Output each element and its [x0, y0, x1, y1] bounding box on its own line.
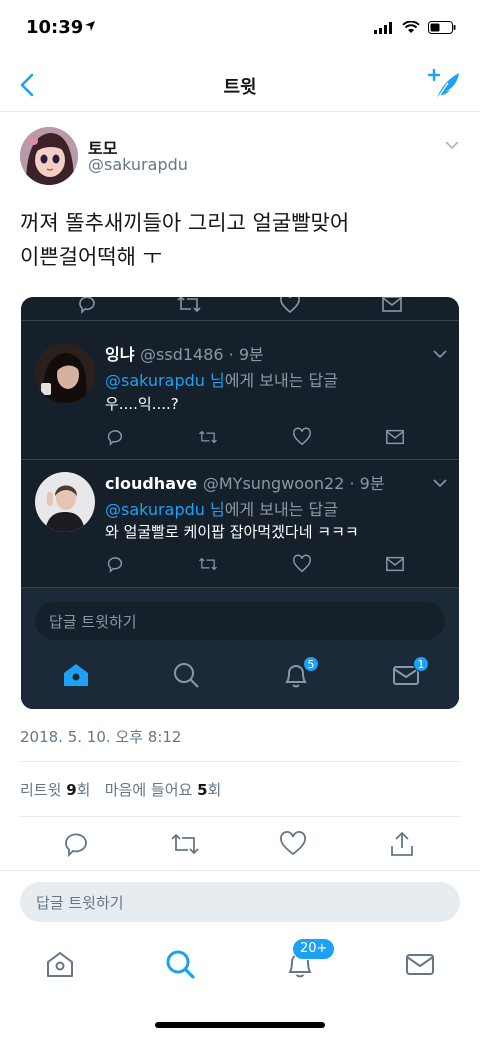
reply-author-handle: @MYsungwoon22 · 9분 — [202, 474, 385, 493]
tab-notifications[interactable]: 20+ — [284, 938, 336, 980]
embed-tab-home[interactable] — [61, 660, 91, 690]
nav-bar: 트윗 — [0, 60, 480, 112]
embed-tab-search[interactable] — [171, 660, 201, 690]
notification-badge: 20+ — [292, 938, 336, 960]
reply-text: 와 얼굴빨로 케이팝 잡아먹겠다네 ㅋㅋㅋ — [105, 523, 359, 541]
mention-link[interactable]: @sakurapdu 님 — [105, 371, 225, 390]
share-button[interactable] — [388, 830, 416, 858]
reply-icon[interactable] — [105, 554, 125, 574]
list-item[interactable]: 잉냐 @ssd1486 · 9분 @sakurapdu 님에게 보내는 답글 우… — [21, 331, 459, 460]
retweet-icon — [171, 833, 199, 855]
attached-image[interactable]: 잉냐 @ssd1486 · 9분 @sakurapdu 님에게 보내는 답글 우… — [21, 297, 459, 709]
tweet-actions — [0, 830, 480, 862]
home-indicator[interactable] — [155, 1022, 325, 1028]
heart-icon — [280, 831, 306, 856]
mention-link[interactable]: @sakurapdu 님 — [105, 500, 225, 519]
heart-icon[interactable] — [292, 427, 312, 447]
mail-icon — [406, 954, 434, 975]
retweet-button[interactable] — [170, 830, 199, 858]
tweet-menu-button[interactable] — [444, 137, 460, 153]
reply-icon — [79, 297, 95, 314]
like-stat[interactable]: 마음에 들어요 5회 — [105, 781, 222, 799]
retweet-icon[interactable] — [198, 427, 218, 447]
reply-actions — [21, 297, 459, 321]
embed-bottom-area: 답글 트윗하기 5 1 — [21, 588, 459, 709]
reply-to-label: @sakurapdu 님에게 보내는 답글 — [105, 367, 338, 391]
status-bar: 10:39 — [0, 0, 480, 60]
avatar[interactable] — [35, 343, 95, 403]
tweet-text: 꺼져 똘추새끼들아 그리고 얼굴빨맞어 이쁜걸어떡해 ㅜ — [20, 206, 460, 274]
search-icon — [174, 663, 199, 688]
mail-icon[interactable] — [385, 427, 405, 447]
battery-icon — [428, 21, 456, 34]
reply-actions — [105, 554, 405, 576]
like-unit: 회 — [207, 781, 222, 799]
like-label: 마음에 들어요 — [104, 781, 193, 799]
reply-text: 우....익....? — [105, 395, 179, 413]
status-time: 10:39 — [26, 17, 84, 38]
reply-to-suffix: 에게 보내는 답글 — [224, 371, 338, 390]
tweet-timestamp: 2018. 5. 10. 오후 8:12 — [20, 728, 182, 746]
divider — [20, 816, 460, 817]
reply-icon[interactable] — [105, 427, 125, 447]
page-title: 트윗 — [223, 77, 257, 98]
tab-bar: 20+ — [0, 932, 480, 1002]
tweet-author: 토모 @sakurapdu — [20, 127, 460, 185]
mail-icon[interactable] — [385, 554, 405, 574]
search-icon — [166, 950, 195, 979]
tweet-stats: 리트윗 9회 마음에 들어요 5회 — [20, 779, 221, 800]
reply-bar: 답글 트윗하기 — [0, 870, 480, 932]
embed-tab-notifications[interactable]: 5 — [281, 656, 319, 690]
compose-tweet-button[interactable] — [426, 68, 462, 102]
retweet-label: 리트윗 — [20, 781, 62, 799]
avatar[interactable] — [35, 472, 95, 532]
tab-search[interactable] — [164, 948, 196, 980]
retweet-icon[interactable] — [198, 554, 218, 574]
tab-home[interactable] — [44, 948, 76, 980]
like-count: 5 — [197, 781, 208, 799]
embed-tab-bar: 5 1 — [21, 652, 459, 702]
tweet-text-line: 이쁜걸어떡해 ㅜ — [20, 245, 162, 269]
location-arrow-icon — [84, 20, 96, 36]
retweet-icon — [177, 297, 201, 313]
avatar[interactable] — [20, 127, 78, 185]
retweet-unit: 회 — [76, 781, 91, 799]
notification-badge: 5 — [303, 656, 319, 672]
reply-author-name[interactable]: 잉냐 @ssd1486 · 9분 — [105, 341, 264, 365]
heart-icon[interactable] — [292, 554, 312, 574]
tweet-text-line: 꺼져 똘추새끼들아 그리고 얼굴빨맞어 — [20, 211, 350, 235]
like-button[interactable] — [279, 830, 307, 858]
chevron-down-icon[interactable] — [433, 347, 447, 361]
home-icon — [47, 952, 73, 977]
signal-icon — [374, 21, 392, 34]
reply-author-name-text: 잉냐 — [105, 345, 135, 364]
reply-author-name-text: cloudhave — [105, 474, 198, 493]
share-icon — [391, 831, 413, 856]
reply-actions — [105, 427, 405, 449]
reply-to-suffix: 에게 보내는 답글 — [224, 500, 338, 519]
list-item[interactable]: cloudhave @MYsungwoon22 · 9분 @sakurapdu … — [21, 460, 459, 588]
reply-author-handle: @ssd1486 · 9분 — [140, 345, 264, 364]
retweet-stat[interactable]: 리트윗 9회 — [20, 781, 90, 799]
reply-button[interactable] — [62, 830, 90, 858]
embed-reply-input[interactable]: 답글 트윗하기 — [35, 602, 445, 640]
reply-input[interactable]: 답글 트윗하기 — [20, 882, 460, 922]
chevron-down-icon[interactable] — [433, 476, 447, 490]
mail-icon — [382, 297, 402, 312]
embed-tab-messages[interactable]: 1 — [391, 656, 429, 690]
retweet-count: 9 — [66, 781, 77, 799]
divider — [20, 761, 460, 762]
tab-messages[interactable] — [404, 948, 436, 980]
reply-author-name[interactable]: cloudhave @MYsungwoon22 · 9분 — [105, 470, 385, 494]
home-icon — [64, 664, 88, 686]
compose-feather-icon — [427, 68, 459, 100]
chevron-down-icon — [445, 141, 459, 150]
reply-icon — [65, 833, 87, 858]
reply-to-label: @sakurapdu 님에게 보내는 답글 — [105, 496, 338, 520]
heart-icon — [280, 297, 300, 314]
author-handle[interactable]: @sakurapdu — [88, 155, 188, 174]
message-badge: 1 — [413, 656, 429, 672]
wifi-icon — [402, 21, 420, 33]
